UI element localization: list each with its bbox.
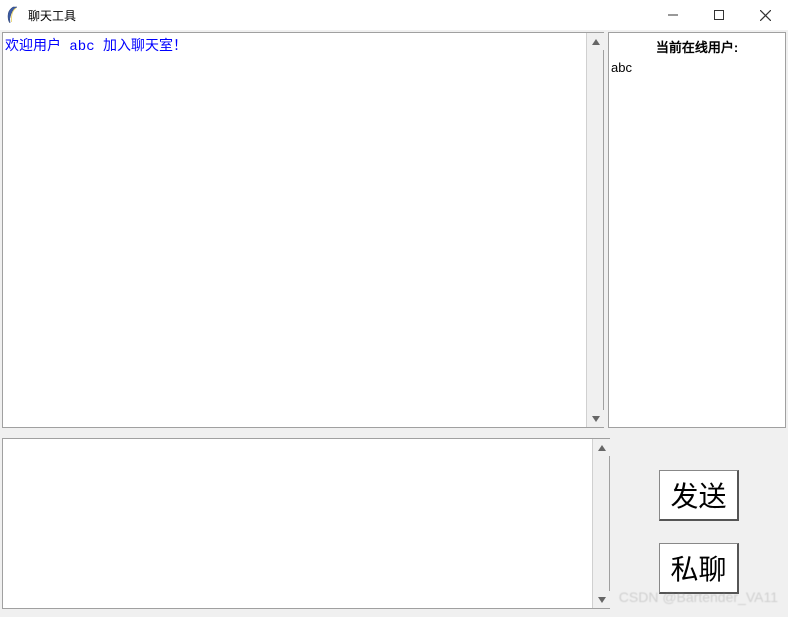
send-button[interactable]: 发送 [659,470,738,521]
window-controls [650,0,788,30]
app-icon [6,6,22,24]
top-row: 欢迎用户 abc 加入聊天室！ 当前在线用户: abc [0,30,788,430]
message-input[interactable] [5,441,591,606]
user-list-header: 当前在线用户: [611,37,783,56]
button-panel: 发送 私聊 [610,430,788,617]
chat-message: 欢迎用户 abc 加入聊天室！ [5,35,585,425]
bottom-row: 发送 私聊 [0,430,788,617]
scroll-up-icon[interactable] [587,33,604,50]
private-chat-button[interactable]: 私聊 [659,543,738,594]
chat-panel: 欢迎用户 abc 加入聊天室！ [2,32,604,428]
user-list-item[interactable]: abc [611,60,783,75]
close-button[interactable] [742,0,788,30]
titlebar[interactable]: 聊天工具 [0,0,788,30]
maximize-button[interactable] [696,0,742,30]
chat-scrollbar[interactable] [586,33,603,427]
input-panel[interactable] [2,438,610,609]
user-list: abc [611,60,783,75]
scroll-down-icon[interactable] [587,410,604,427]
body-area: 欢迎用户 abc 加入聊天室！ 当前在线用户: abc [0,30,788,617]
scroll-down-icon[interactable] [593,591,610,608]
window-title: 聊天工具 [28,7,76,24]
minimize-button[interactable] [650,0,696,30]
app-window: 聊天工具 欢迎用户 abc 加入聊天室！ [0,0,788,617]
user-panel: 当前在线用户: abc [608,32,786,428]
scroll-up-icon[interactable] [593,439,610,456]
input-scrollbar[interactable] [592,439,609,608]
